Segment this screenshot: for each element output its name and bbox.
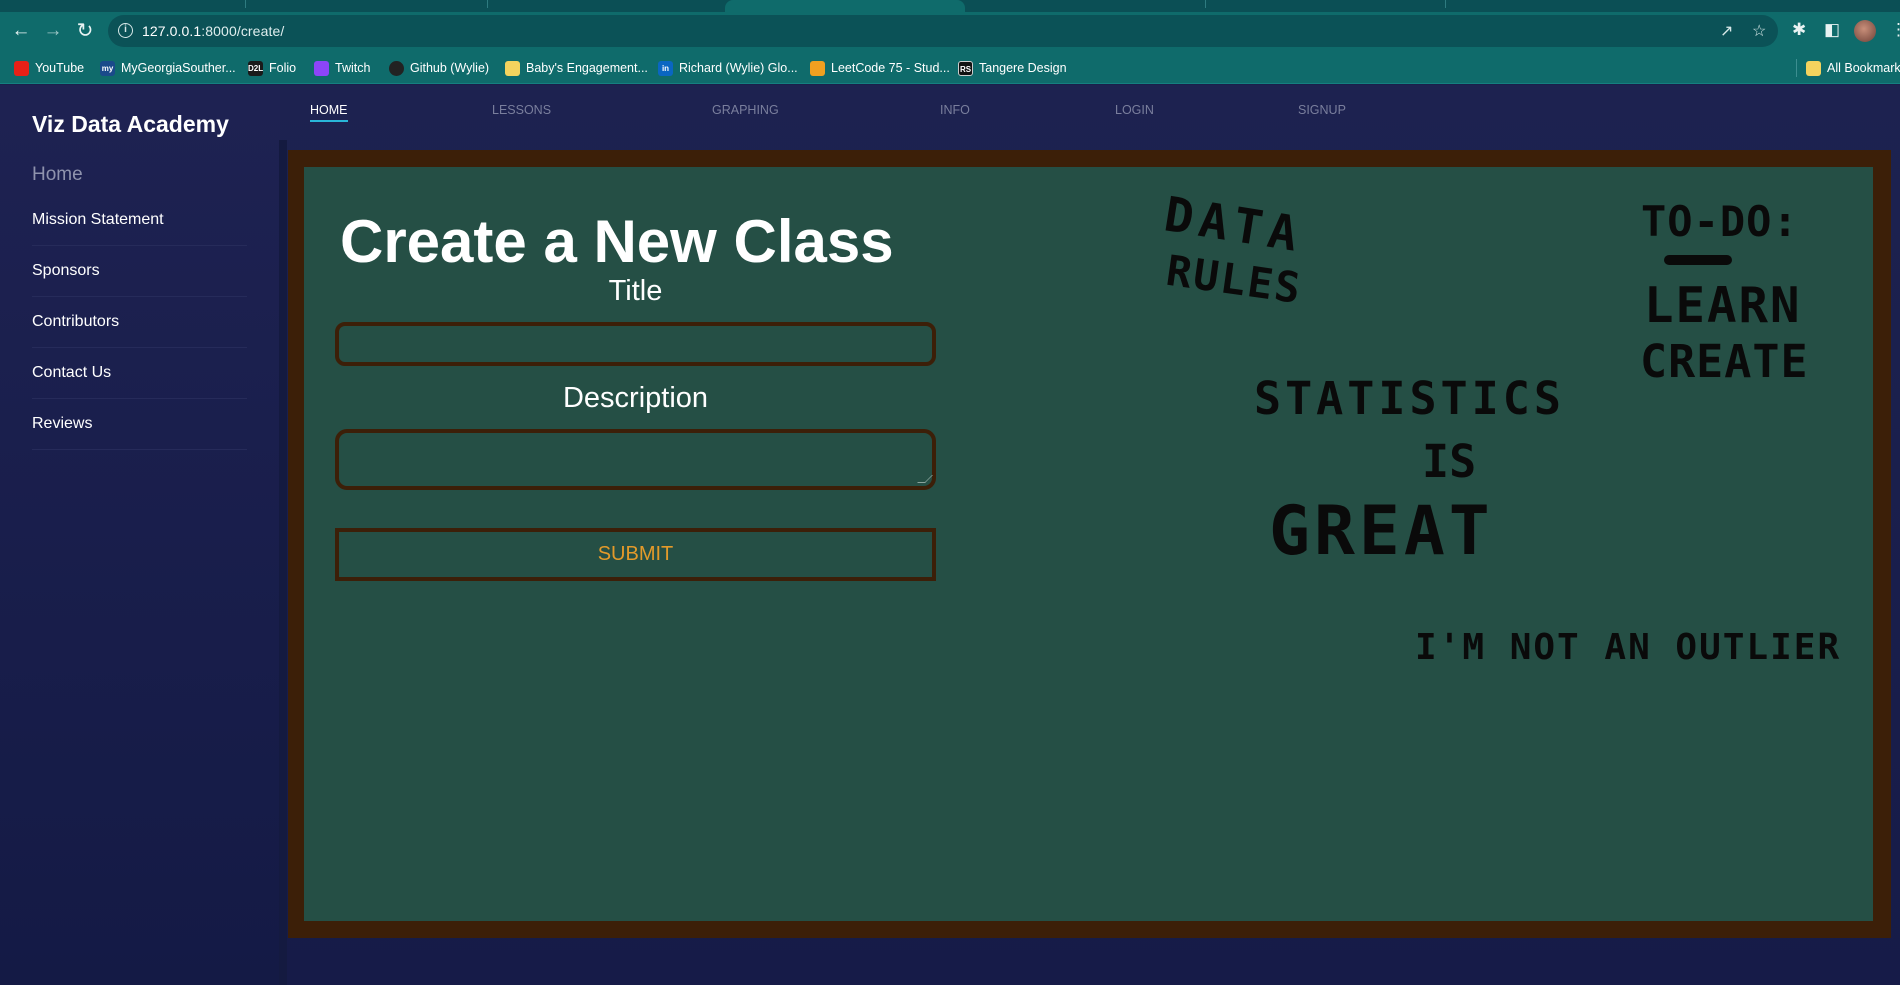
tangere-icon: RS xyxy=(958,60,973,76)
sidebar-item-mission-statement[interactable]: Mission Statement xyxy=(32,195,247,246)
nav-login[interactable]: LOGIN xyxy=(1115,103,1154,117)
active-tab[interactable] xyxy=(725,0,965,12)
sidebar-item-reviews[interactable]: Reviews xyxy=(32,399,247,450)
nav-signup[interactable]: SIGNUP xyxy=(1298,103,1346,117)
bookmark-label: Richard (Wylie) Glo... xyxy=(679,61,798,75)
nav-graphing[interactable]: GRAPHING xyxy=(712,103,779,117)
title-label: Title xyxy=(608,275,663,307)
bookmarks-separator xyxy=(1796,59,1797,77)
bookmark-star-icon[interactable]: ☆ xyxy=(1752,21,1766,41)
chalk-todo-title: TO-DO: xyxy=(1641,197,1799,246)
bookmarks-bar: YouTube my MyGeorgiaSouther... D2L Folio T… xyxy=(0,50,1900,84)
tab-separator xyxy=(487,0,488,8)
d2l-icon: D2L xyxy=(248,60,263,76)
description-label: Description xyxy=(562,382,709,414)
bookmark-label: MyGeorgiaSouther... xyxy=(121,61,236,75)
browser-toolbar: ← → ↻ i 127.0.0.1:8000/create/ ↗ ☆ ✱ ◧ ⋮ xyxy=(0,12,1900,50)
side-panel-icon[interactable]: ◧ xyxy=(1824,20,1840,40)
bookmark-youtube[interactable]: YouTube xyxy=(14,59,84,77)
bookmark-label: Tangere Design xyxy=(979,61,1067,75)
bookmark-label: LeetCode 75 - Stud... xyxy=(831,61,950,75)
all-bookmarks-folder[interactable]: All Bookmarks xyxy=(1806,59,1900,77)
chalk-outlier: I'M NOT AN OUTLIER xyxy=(1415,627,1842,668)
sidebar-item-home[interactable]: Home xyxy=(32,150,247,195)
share-icon[interactable]: ↗ xyxy=(1720,21,1733,41)
sidebar: Viz Data Academy Home Mission Statement … xyxy=(0,85,280,985)
nav-lessons[interactable]: LESSONS xyxy=(492,103,551,117)
site-info-icon[interactable]: i xyxy=(118,23,133,38)
title-input[interactable] xyxy=(335,322,936,366)
chalk-todo-learn: LEARN xyxy=(1644,277,1802,334)
twitch-icon xyxy=(314,60,329,76)
youtube-icon xyxy=(14,60,29,76)
forward-icon[interactable]: → xyxy=(40,18,66,44)
address-bar[interactable]: i 127.0.0.1:8000/create/ ↗ ☆ xyxy=(108,15,1778,47)
page-title: Create a New Class xyxy=(340,208,894,275)
profile-avatar[interactable] xyxy=(1854,20,1876,42)
sidebar-item-contact-us[interactable]: Contact Us xyxy=(32,348,247,399)
github-icon xyxy=(389,60,404,76)
browser-tab-strip xyxy=(0,0,1900,12)
url-host: 127.0.0.1 xyxy=(142,23,202,39)
sidebar-menu: Home Mission Statement Sponsors Contribu… xyxy=(32,150,247,450)
all-bookmarks-label: All Bookmarks xyxy=(1827,61,1900,75)
bookmark-label: Folio xyxy=(269,61,297,75)
bookmark-label: Baby's Engagement... xyxy=(526,61,648,75)
chalk-statistics: STATISTICS xyxy=(1254,372,1565,425)
resize-handle-icon[interactable] xyxy=(917,475,933,483)
nav-info[interactable]: INFO xyxy=(940,103,970,117)
chalk-todo-underline xyxy=(1664,255,1732,265)
tab-separator xyxy=(1205,0,1206,8)
nav-home[interactable]: HOME xyxy=(310,103,348,122)
url-text[interactable]: 127.0.0.1:8000/create/ xyxy=(142,23,284,39)
chalkboard-frame: Create a New Class Title Description SUB… xyxy=(288,150,1891,938)
sidebar-item-sponsors[interactable]: Sponsors xyxy=(32,246,247,297)
bookmark-linkedin[interactable]: in Richard (Wylie) Glo... xyxy=(658,59,798,77)
sidebar-item-contributors[interactable]: Contributors xyxy=(32,297,247,348)
linkedin-icon: in xyxy=(658,60,673,76)
chalk-todo-create: CREATE xyxy=(1640,335,1809,388)
bookmark-leetcode[interactable]: LeetCode 75 - Stud... xyxy=(810,59,950,77)
back-icon[interactable]: ← xyxy=(8,18,34,44)
extensions-icon[interactable]: ✱ xyxy=(1792,20,1806,40)
sidebar-edge xyxy=(279,140,287,985)
bookmark-github[interactable]: Github (Wylie) xyxy=(389,59,489,77)
bookmark-label: Twitch xyxy=(335,61,371,75)
tab-separator xyxy=(245,0,246,8)
bookmark-tangere[interactable]: RS Tangere Design xyxy=(958,59,1067,77)
bookmark-folio[interactable]: D2L Folio xyxy=(248,59,296,77)
leetcode-icon xyxy=(810,60,825,76)
reload-icon[interactable]: ↻ xyxy=(72,18,98,44)
page: Viz Data Academy Home Mission Statement … xyxy=(0,85,1900,985)
url-path: :8000/create/ xyxy=(201,23,285,39)
brand-title[interactable]: Viz Data Academy xyxy=(32,111,229,138)
submit-button[interactable]: SUBMIT xyxy=(335,528,936,581)
chalk-is: IS xyxy=(1422,435,1477,488)
chalk-great: GREAT xyxy=(1269,492,1494,571)
my-icon: my xyxy=(100,60,115,76)
folder-icon xyxy=(505,60,520,76)
bookmark-label: Github (Wylie) xyxy=(410,61,490,75)
tab-separator xyxy=(1445,0,1446,8)
bookmark-label: YouTube xyxy=(35,61,85,75)
menu-dots-icon[interactable]: ⋮ xyxy=(1890,20,1900,40)
chalkboard: Create a New Class Title Description SUB… xyxy=(304,167,1873,921)
folder-icon xyxy=(1806,60,1821,76)
bookmark-babys-engagement[interactable]: Baby's Engagement... xyxy=(505,59,648,77)
bookmark-twitch[interactable]: Twitch xyxy=(314,59,370,77)
bookmark-mygeorgiasouthern[interactable]: my MyGeorgiaSouther... xyxy=(100,59,236,77)
description-textarea[interactable] xyxy=(335,429,936,490)
